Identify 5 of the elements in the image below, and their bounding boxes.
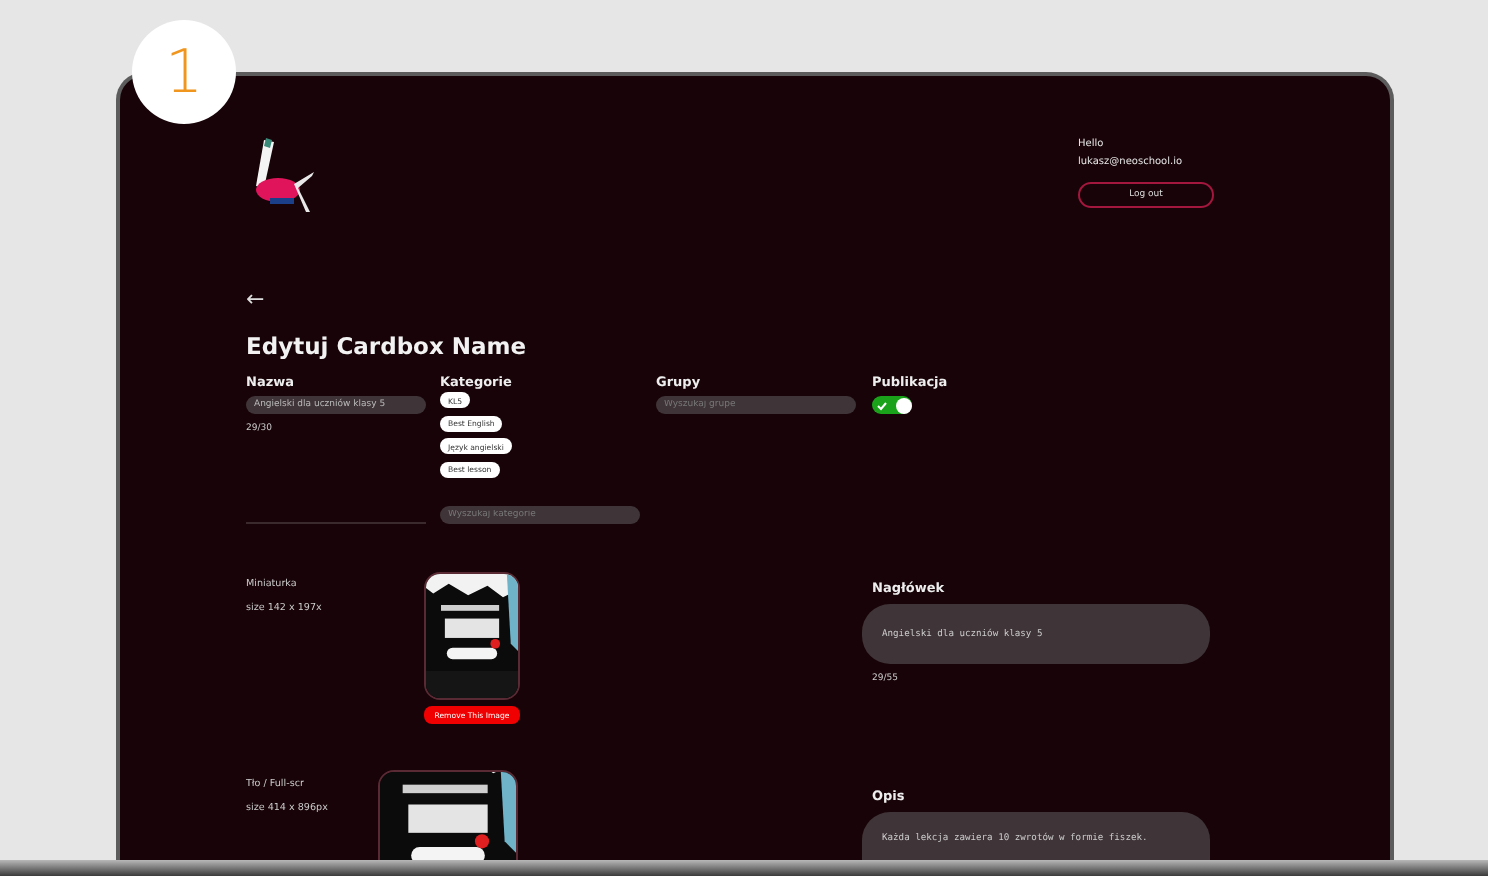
step-badge: 1 xyxy=(132,20,236,124)
page-title: Edytuj Cardbox Name xyxy=(246,332,527,360)
back-arrow[interactable]: ← xyxy=(246,288,265,312)
check-icon xyxy=(876,399,888,411)
publish-toggle[interactable] xyxy=(872,396,912,414)
